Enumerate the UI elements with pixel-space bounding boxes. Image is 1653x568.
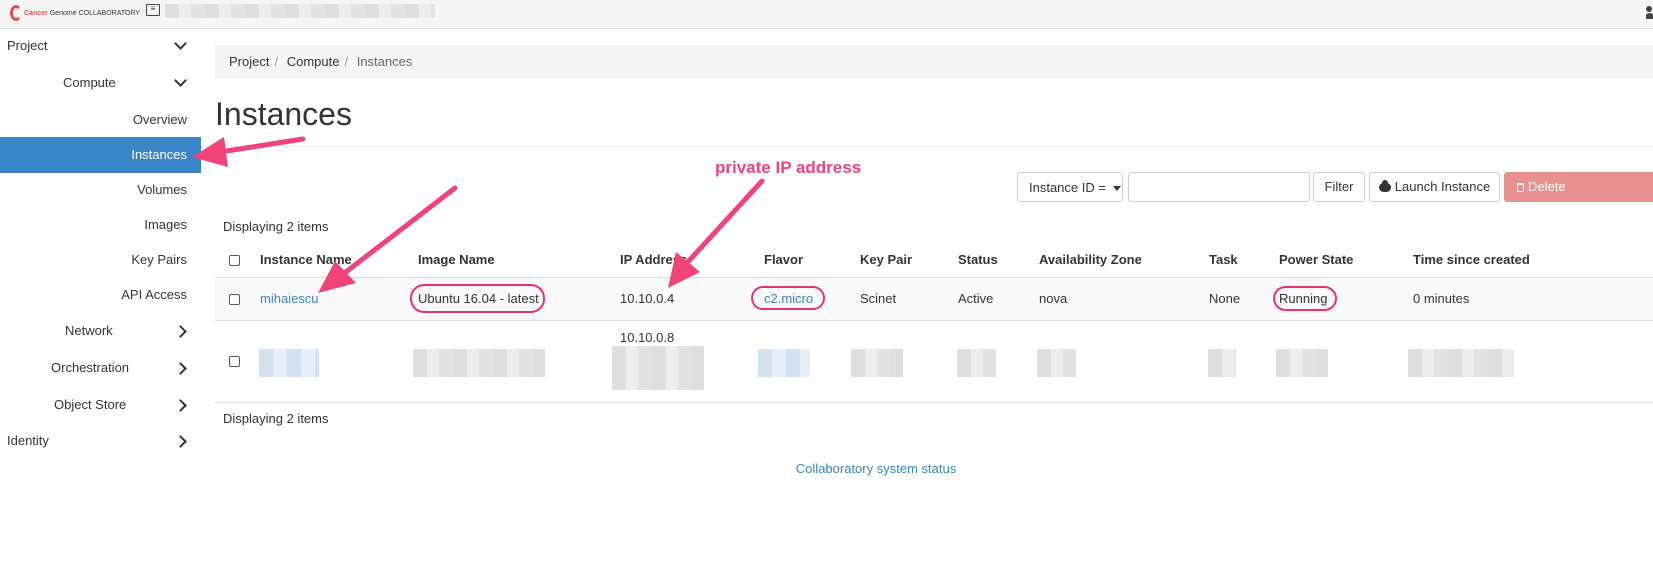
system-status-link[interactable]: Collaboratory system status (0, 461, 1653, 476)
arrow-to-sidebar-instances (211, 136, 306, 156)
annotation-arrows (192, 136, 765, 293)
arrow-to-ip-address (683, 178, 765, 267)
arrowhead-sidebar (192, 137, 228, 167)
arrow-to-instance-name (339, 185, 458, 278)
